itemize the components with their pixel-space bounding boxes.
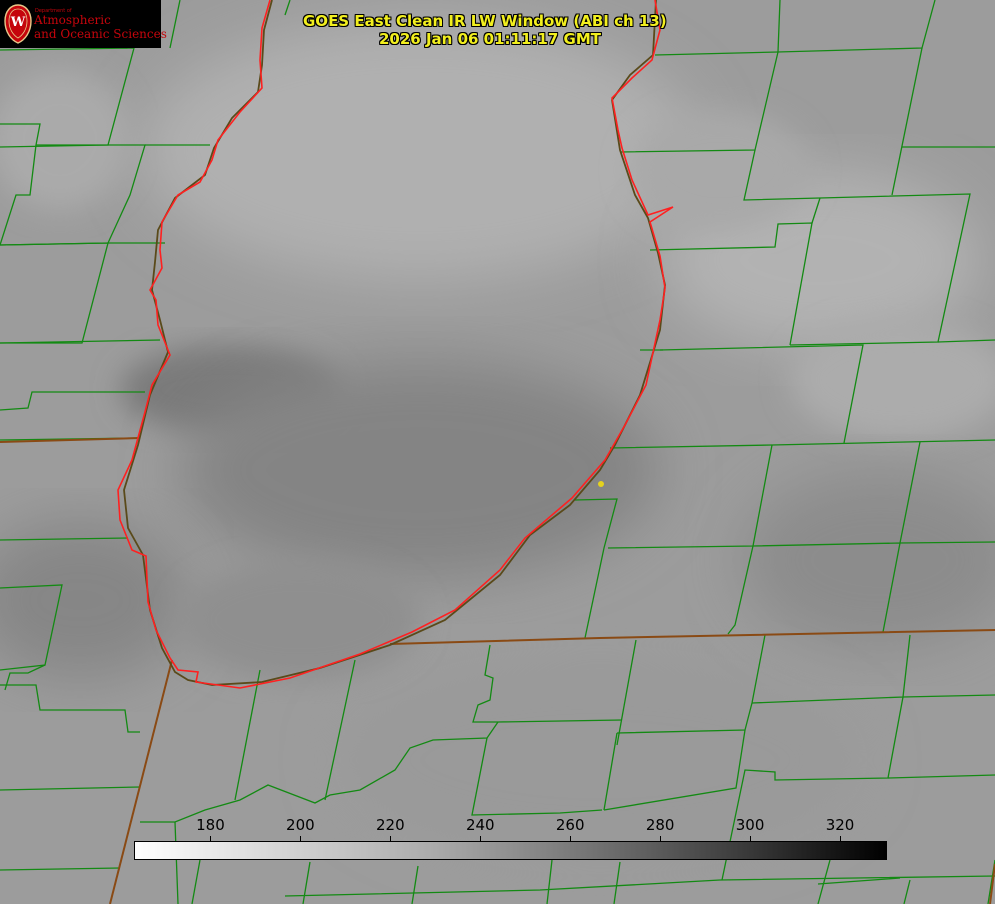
colorbar-tick-label: 220 xyxy=(376,816,405,834)
uw-aos-logo: W Department of Atmospheric and Oceanic … xyxy=(0,0,167,48)
colorbar-scale xyxy=(134,841,887,860)
colorbar-tick-label: 240 xyxy=(465,816,495,834)
colorbar-tick-label: 300 xyxy=(735,816,765,834)
image-title: GOES East Clean IR LW Window (ABI ch 13) xyxy=(303,12,667,30)
uw-crest-icon: W xyxy=(4,4,32,44)
colorbar-tick-label: 200 xyxy=(286,816,315,834)
svg-text:W: W xyxy=(10,15,26,30)
city-marker xyxy=(598,481,604,487)
colorbar-tick-label: 320 xyxy=(825,816,855,834)
logo-line-2: and Oceanic Sciences xyxy=(34,27,167,41)
logo-line-1: Atmospheric xyxy=(34,13,111,27)
colorbar-tick-label: 280 xyxy=(645,816,675,834)
satellite-map xyxy=(0,0,995,904)
colorbar-tick-label: 260 xyxy=(555,816,585,834)
colorbar-tick-label: 180 xyxy=(196,816,225,834)
image-timestamp: 2026 Jan 06 01:11:17 GMT xyxy=(379,30,601,48)
